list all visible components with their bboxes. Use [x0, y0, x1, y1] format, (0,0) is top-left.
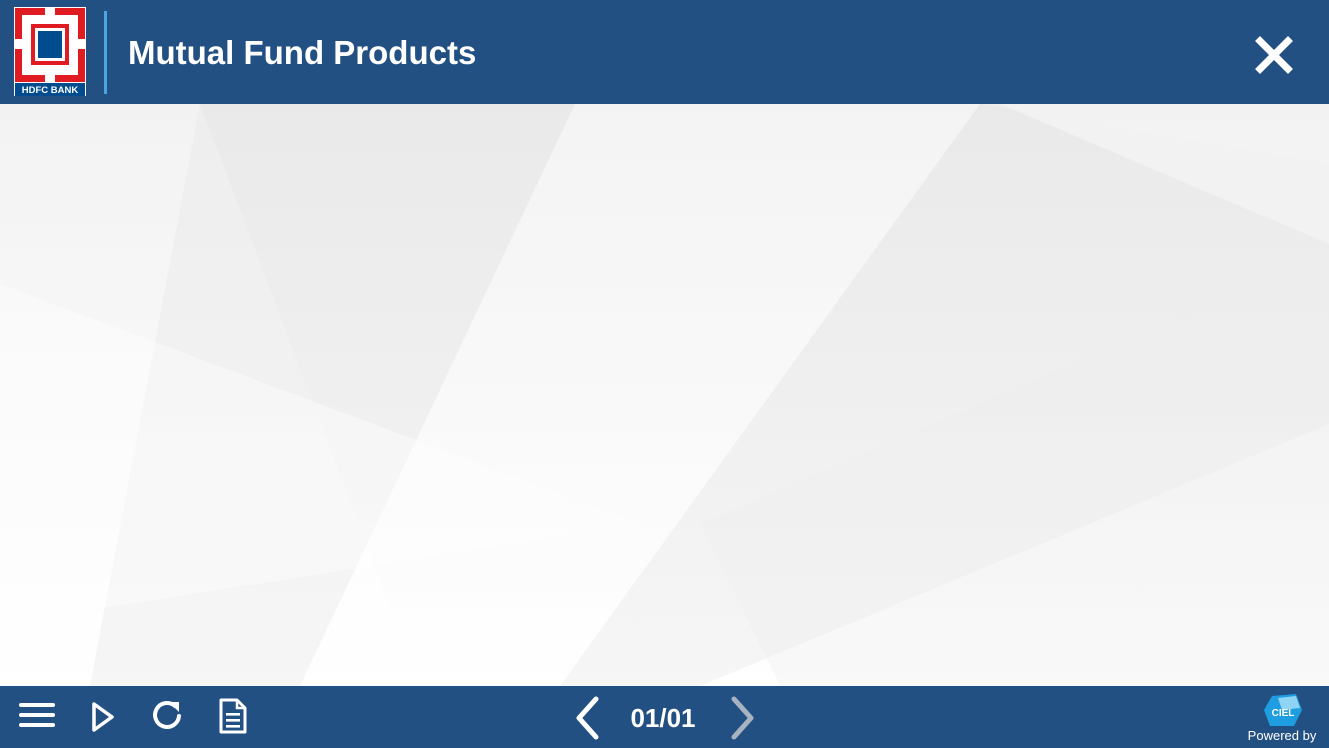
notes-button[interactable]	[218, 698, 248, 734]
logo-text: HDFC BANK	[22, 85, 79, 96]
replay-button[interactable]	[150, 699, 184, 733]
replay-icon	[153, 700, 181, 729]
powered-by-label: Powered by	[1247, 728, 1317, 743]
chevron-right-icon	[731, 696, 754, 740]
previous-slide-button[interactable]	[572, 696, 602, 740]
background-pattern	[0, 104, 1329, 686]
hamburger-menu-icon	[19, 703, 55, 727]
ciel-logo: CIEL	[1264, 694, 1302, 726]
ciel-logo-text: CIEL	[1272, 708, 1295, 719]
menu-button[interactable]	[18, 700, 56, 730]
header-divider	[104, 11, 107, 94]
close-button[interactable]	[1251, 32, 1297, 78]
slide-content-area	[0, 104, 1329, 686]
hdfc-bank-logo: HDFC BANK	[14, 7, 86, 96]
page-counter: 01/01	[630, 703, 696, 733]
document-icon	[219, 698, 247, 734]
play-button[interactable]	[90, 701, 116, 733]
close-icon	[1255, 36, 1293, 74]
chevron-left-icon	[576, 696, 599, 740]
next-slide-button[interactable]	[728, 696, 758, 740]
page-title: Mutual Fund Products	[128, 34, 477, 71]
play-icon	[92, 702, 114, 732]
header-bar: HDFC BANK Mutual Fund Products	[0, 0, 1329, 104]
